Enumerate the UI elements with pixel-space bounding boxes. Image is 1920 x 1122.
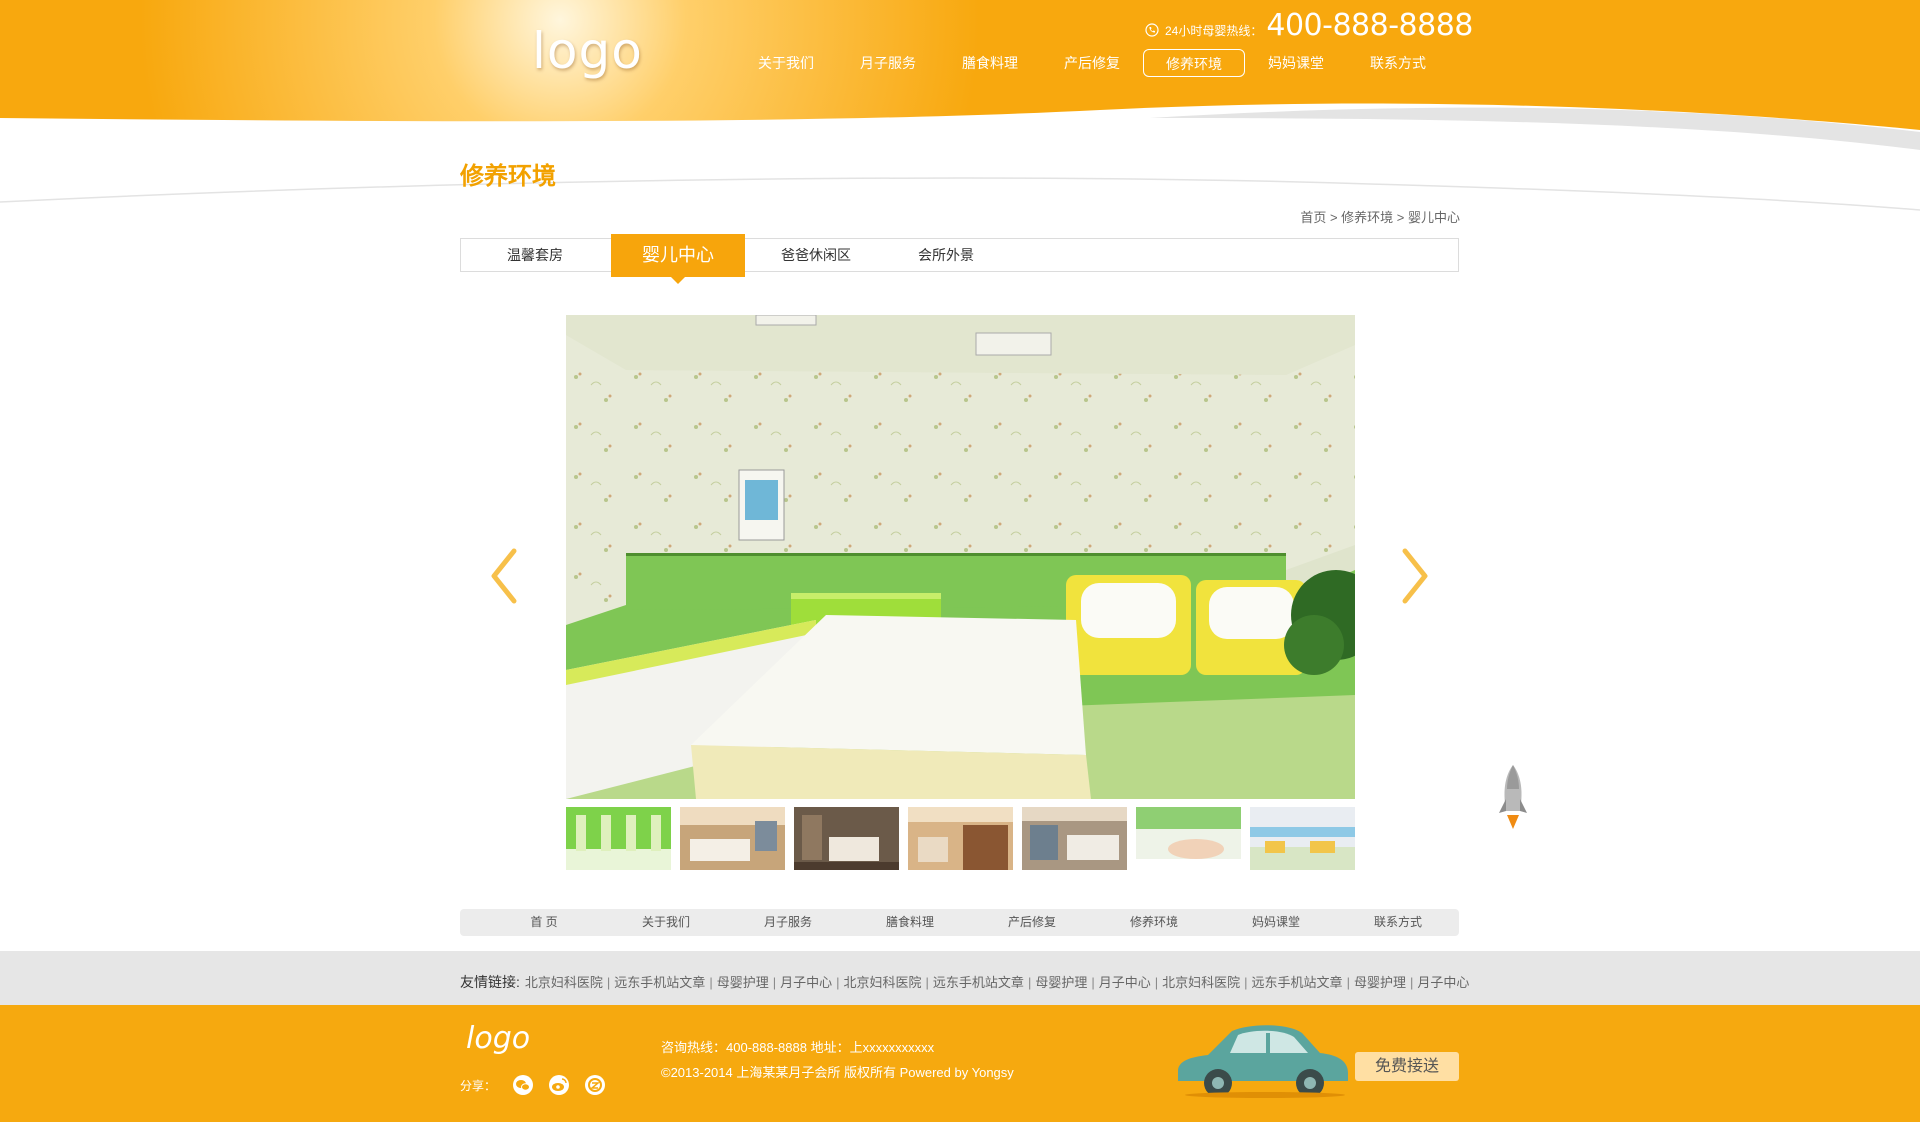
nav-item-recovery[interactable]: 产后修复 xyxy=(1041,49,1143,77)
thumbnail-strip xyxy=(566,807,1355,870)
nav-item-meals[interactable]: 膳食料理 xyxy=(939,49,1041,77)
bottom-nav-item[interactable]: 月子服务 xyxy=(727,909,849,936)
friend-links: 友情链接: 北京妇科医院 | 远东手机站文章 | 母婴护理 | 月子中心 | 北京妇科医… xyxy=(460,972,1469,992)
next-arrow-icon[interactable] xyxy=(1393,541,1433,611)
friend-link[interactable]: 月子中心 xyxy=(1099,972,1151,991)
tab-suite[interactable]: 温馨套房 xyxy=(461,239,609,271)
link-separator: | xyxy=(1409,975,1414,990)
link-separator: | xyxy=(1027,975,1032,990)
thumbnail[interactable] xyxy=(794,807,899,870)
nav-item-about[interactable]: 关于我们 xyxy=(735,49,837,77)
link-separator: | xyxy=(709,975,713,990)
site-logo[interactable]: logo xyxy=(532,22,643,80)
bottom-nav-item[interactable]: 妈妈课堂 xyxy=(1215,909,1337,936)
main-nav: 关于我们 月子服务 膳食料理 产后修复 修养环境 妈妈课堂 联系方式 xyxy=(735,49,1449,77)
friend-link[interactable]: 母婴护理 xyxy=(717,972,769,991)
tab-exterior[interactable]: 会所外景 xyxy=(891,239,1001,271)
link-separator: | xyxy=(836,975,840,990)
thumbnail[interactable] xyxy=(680,807,785,870)
link-separator: | xyxy=(925,975,929,990)
friend-link[interactable]: 远东手机站文章 xyxy=(933,972,1024,991)
main-photo xyxy=(566,315,1355,799)
friend-link[interactable]: 北京妇科医院 xyxy=(844,972,922,991)
bottom-nav-item[interactable]: 关于我们 xyxy=(605,909,727,936)
breadcrumb[interactable]: 首页 > 修养环境 > 婴儿中心 xyxy=(1300,207,1460,226)
bottom-nav: 首 页 关于我们 月子服务 膳食料理 产后修复 修养环境 妈妈课堂 联系方式 xyxy=(460,909,1459,936)
friend-link[interactable]: 月子中心 xyxy=(1417,972,1469,991)
nav-item-contact[interactable]: 联系方式 xyxy=(1347,49,1449,77)
friend-link[interactable]: 北京妇科医院 xyxy=(525,972,603,991)
share-label: 分享： xyxy=(460,1078,497,1093)
bottom-nav-item[interactable]: 产后修复 xyxy=(971,909,1093,936)
hotline-number: 400-888-8888 xyxy=(1266,8,1473,43)
link-separator: | xyxy=(1154,975,1159,990)
link-separator: | xyxy=(1091,975,1095,990)
friend-link[interactable]: 母婴护理 xyxy=(1354,972,1406,991)
qzone-icon[interactable] xyxy=(584,1074,606,1096)
bottom-nav-item[interactable]: 修养环境 xyxy=(1093,909,1215,936)
page-title: 修养环境 xyxy=(460,163,556,190)
link-separator: | xyxy=(1346,975,1350,990)
hotline: 24小时母婴热线： 400-888-8888 xyxy=(1145,8,1473,43)
link-separator: | xyxy=(1244,975,1248,990)
hotline-label: 24小时母婴热线： xyxy=(1165,24,1263,38)
friend-link[interactable]: 母婴护理 xyxy=(1035,972,1087,991)
header-background xyxy=(0,0,1920,150)
friend-link[interactable]: 远东手机站文章 xyxy=(614,972,705,991)
share-bar: 分享： xyxy=(460,1074,620,1096)
thumbnail[interactable] xyxy=(566,807,671,870)
footer-logo[interactable]: logo xyxy=(466,1021,530,1056)
nav-item-environment[interactable]: 修养环境 xyxy=(1143,49,1245,77)
friend-links-label: 友情链接: xyxy=(460,974,520,990)
nav-item-classroom[interactable]: 妈妈课堂 xyxy=(1245,49,1347,77)
nav-item-services[interactable]: 月子服务 xyxy=(837,49,939,77)
thumbnail[interactable] xyxy=(1250,807,1355,870)
tab-dad-lounge[interactable]: 爸爸休闲区 xyxy=(751,239,881,271)
car-icon xyxy=(1178,1025,1348,1098)
thumbnail[interactable] xyxy=(1136,807,1241,870)
friend-link[interactable]: 远东手机站文章 xyxy=(1252,972,1343,991)
footer-contact: 咨询热线：400-888-8888 地址：上xxxxxxxxxxx xyxy=(661,1040,935,1055)
link-separator: | xyxy=(772,975,777,990)
back-to-top-rocket-icon[interactable] xyxy=(1496,763,1530,831)
bottom-nav-item[interactable]: 首 页 xyxy=(483,909,605,936)
phone-icon xyxy=(1145,23,1159,37)
link-separator: | xyxy=(606,975,611,990)
tab-baby-center[interactable]: 婴儿中心 xyxy=(611,234,745,284)
weibo-icon[interactable] xyxy=(548,1074,570,1096)
wechat-icon[interactable] xyxy=(512,1074,534,1096)
category-tabs: 温馨套房 婴儿中心 爸爸休闲区 会所外景 xyxy=(460,234,1459,284)
friend-link[interactable]: 北京妇科医院 xyxy=(1162,972,1240,991)
thumbnail[interactable] xyxy=(1022,807,1127,870)
bottom-nav-item[interactable]: 膳食料理 xyxy=(849,909,971,936)
prev-arrow-icon[interactable] xyxy=(486,541,526,611)
friend-link[interactable]: 月子中心 xyxy=(780,972,832,991)
thumbnail[interactable] xyxy=(908,807,1013,870)
free-pickup-button[interactable]: 免费接送 xyxy=(1355,1052,1459,1081)
title-divider-curve xyxy=(0,177,1920,211)
footer-copyright: ©2013-2014 上海某某月子会所 版权所有 Powered by Yong… xyxy=(661,1065,1014,1080)
bottom-nav-item[interactable]: 联系方式 xyxy=(1337,909,1459,936)
